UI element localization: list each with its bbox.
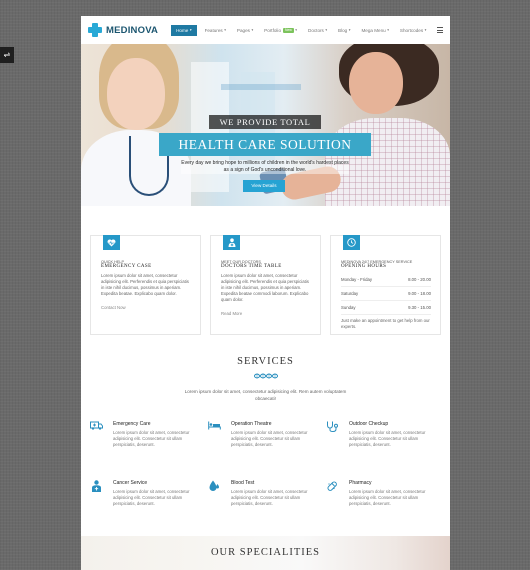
nav-item-blog[interactable]: Blog ▾ — [338, 28, 350, 33]
dna-divider-icon — [253, 373, 278, 379]
info-title: OPENING HOURS — [341, 264, 387, 269]
service-title: Pharmacy — [349, 480, 372, 486]
hours-row: Monday - Friday 8.00 - 20.00 — [341, 273, 431, 287]
service-title: Blood Test — [231, 480, 255, 486]
info-title: EMERGENCY CASE — [101, 264, 152, 269]
opening-hours-table: Monday - Friday 8.00 - 20.00 Saturday 9.… — [341, 273, 431, 315]
service-text: Lorem ipsum dolor sit amet, consectetur … — [231, 489, 308, 506]
service-title: Outdoor Checkup — [349, 421, 389, 427]
chevron-down-icon: ▾ — [348, 28, 351, 32]
nav-item-label: Mega Menu — [361, 27, 386, 33]
contact-now-link[interactable]: Contact Now — [101, 305, 191, 310]
chevron-down-icon: ▾ — [295, 28, 297, 32]
chevron-down-icon: ▾ — [325, 28, 328, 32]
nav-item-doctors[interactable]: Doctors ▾ — [308, 28, 327, 33]
site-header: MEDINOVA Home ▾ Features ▾ Pages ▾ Portf… — [81, 16, 450, 44]
nav-item-home[interactable]: Home ▾ — [171, 24, 197, 36]
nav-item-label: Pages — [236, 27, 250, 33]
hours-time: 8.00 - 20.00 — [408, 277, 431, 282]
service-text: Lorem ipsum dolor sit amet, consectetur … — [349, 489, 426, 506]
service-title: Cancer Service — [113, 480, 148, 486]
specialities-title: OUR SPECIALITIES — [210, 547, 321, 558]
medical-cross-icon — [88, 23, 102, 37]
hours-row: Saturday 9.00 - 18.00 — [341, 287, 431, 301]
hero-title: HEALTH CARE SOLUTION — [159, 133, 371, 156]
page: MEDINOVA Home ▾ Features ▾ Pages ▾ Portf… — [81, 16, 450, 570]
info-boxes: QUICK HELP EMERGENCY CASE Lorem ipsum do… — [90, 235, 441, 335]
info-text: Lorem ipsum dolor sit amet, consectetur … — [221, 273, 309, 302]
pills-icon — [325, 479, 339, 493]
nav-item-label: Home — [176, 27, 189, 33]
hours-note: Just make an appointment to get help fro… — [341, 318, 430, 329]
heart-pulse-icon — [103, 235, 120, 250]
service-item[interactable]: Pharmacy Lorem ipsum dolor sit amet, con… — [325, 479, 443, 507]
nav-item-label: Shortcodes — [399, 27, 424, 33]
nav-item-label: Features — [204, 27, 223, 33]
new-badge: New — [283, 27, 294, 33]
hospital-bed-icon — [207, 420, 221, 434]
nav-item-label: Doctors — [308, 27, 324, 33]
hours-time: 9.00 - 18.00 — [408, 291, 431, 296]
info-box-hours: MEDINOVA 24/7 EMERGENCY SERVICE OPENING … — [330, 235, 441, 335]
logo-text: MEDINOVA — [106, 24, 159, 36]
service-text: Lorem ipsum dolor sit amet, consectetur … — [113, 489, 190, 506]
menu-icon[interactable] — [437, 26, 443, 35]
nav-item-label: Blog — [338, 27, 348, 33]
service-item[interactable]: Outdoor Checkup Lorem ipsum dolor sit am… — [325, 420, 443, 448]
hours-time: 9.30 - 15.00 — [408, 305, 431, 310]
nav-item-pages[interactable]: Pages ▾ — [237, 28, 253, 33]
sliders-icon: ⇌ — [3, 50, 11, 59]
info-title: DOCTORS TIME TABLE — [221, 264, 282, 269]
chevron-down-icon: ▾ — [424, 28, 427, 32]
settings-toggle-button[interactable]: ⇌ — [0, 47, 14, 63]
hours-day: Sunday — [341, 305, 356, 310]
chevron-down-icon: ▾ — [251, 28, 254, 32]
doctor-icon — [223, 235, 240, 250]
chevron-down-icon: ▾ — [224, 28, 226, 32]
service-text: Lorem ipsum dolor sit amet, consectetur … — [113, 430, 190, 447]
info-box-emergency: QUICK HELP EMERGENCY CASE Lorem ipsum do… — [90, 235, 201, 335]
hours-day: Saturday — [341, 291, 359, 296]
services-section: SERVICES Lorem ipsum dolor sit amet, con… — [81, 356, 450, 402]
nav-item-shortcodes[interactable]: Shortcodes ▾ — [400, 28, 426, 33]
hero-kicker: WE PROVIDE TOTAL — [209, 115, 321, 129]
hours-row: Sunday 9.30 - 15.00 — [341, 301, 431, 315]
nav-item-mega-menu[interactable]: Mega Menu ▾ — [361, 28, 388, 33]
services-title: SERVICES — [237, 356, 294, 367]
read-more-link[interactable]: Read More — [221, 311, 311, 316]
service-item[interactable]: Operation Theatre Lorem ipsum dolor sit … — [207, 420, 325, 448]
hours-day: Monday - Friday — [341, 277, 373, 282]
main-nav: Home ▾ Features ▾ Pages ▾ Portfolio New … — [171, 24, 437, 36]
nav-item-portfolio[interactable]: Portfolio New ▾ — [264, 27, 297, 33]
view-details-button[interactable]: View Details — [243, 180, 285, 192]
service-item[interactable]: Cancer Service Lorem ipsum dolor sit ame… — [89, 479, 207, 507]
chevron-down-icon: ▾ — [189, 28, 192, 32]
services-intro: Lorem ipsum dolor sit amet, consectetur … — [184, 389, 347, 401]
stethoscope-icon — [325, 420, 339, 434]
service-item[interactable]: Blood Test Lorem ipsum dolor sit amet, c… — [207, 479, 325, 507]
service-text: Lorem ipsum dolor sit amet, consectetur … — [349, 430, 426, 447]
logo[interactable]: MEDINOVA — [88, 23, 158, 37]
info-text: Lorem ipsum dolor sit amet, consectetur … — [101, 273, 189, 296]
patient-icon — [89, 479, 103, 493]
service-item[interactable]: Emergency Care Lorem ipsum dolor sit ame… — [89, 420, 207, 448]
hero-text: Every day we bring hope to millions of c… — [181, 160, 349, 174]
services-grid: Emergency Care Lorem ipsum dolor sit ame… — [89, 420, 443, 507]
nav-item-features[interactable]: Features ▾ — [205, 28, 226, 33]
info-box-doctors: MEET OUR DOCTORS DOCTORS TIME TABLE Lore… — [210, 235, 321, 335]
blood-drop-icon — [207, 479, 221, 493]
hero-slider: WE PROVIDE TOTAL HEALTH CARE SOLUTION Ev… — [81, 44, 450, 206]
service-title: Operation Theatre — [231, 421, 272, 427]
ambulance-icon — [89, 420, 103, 434]
service-title: Emergency Care — [113, 421, 151, 427]
service-text: Lorem ipsum dolor sit amet, consectetur … — [231, 430, 308, 447]
clock-icon — [343, 235, 360, 250]
chevron-down-icon: ▾ — [387, 28, 389, 32]
nav-item-label: Portfolio — [264, 27, 281, 33]
